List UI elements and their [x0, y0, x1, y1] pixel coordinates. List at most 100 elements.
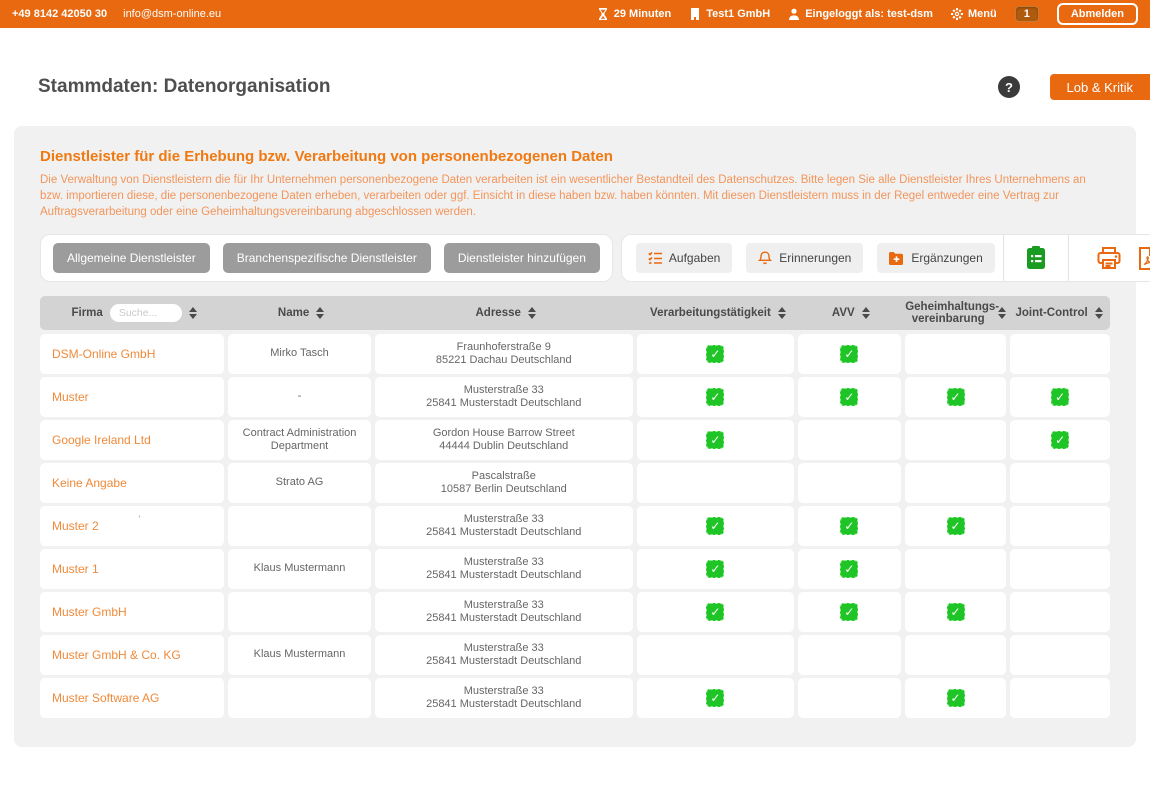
checked-checkbox-icon[interactable]: ✓ [706, 689, 724, 707]
firma-cell: Muster [40, 377, 224, 417]
geheimhaltungsvereinbarung-cell: ✓ [905, 377, 1007, 417]
checked-checkbox-icon[interactable]: ✓ [840, 517, 858, 535]
checked-checkbox-icon[interactable]: ✓ [1051, 431, 1069, 449]
erinnerungen-button[interactable]: Erinnerungen [746, 243, 863, 273]
table-row: Muster GmbH & Co. KG Klaus MustermannMust… [40, 635, 1110, 675]
checked-checkbox-icon[interactable]: ✓ [947, 388, 965, 406]
address-cell: Musterstraße 3325841 Musterstadt Deutsch… [375, 549, 633, 589]
branchenspezifische-dienstleister-button[interactable]: Branchenspezifische Dienstleister [223, 243, 431, 273]
aufgaben-button[interactable]: Aufgaben [636, 243, 732, 273]
clipboard-icon [1026, 246, 1046, 270]
firma-link[interactable]: Muster GmbH [52, 605, 127, 620]
name-cell: Klaus Mustermann [228, 635, 370, 675]
allgemeine-dienstleister-button[interactable]: Allgemeine Dienstleister [53, 243, 210, 273]
toolbar-primary-group: Allgemeine Dienstleister Branchenspezifi… [40, 234, 613, 282]
session-timer: 29 Minuten [597, 8, 671, 20]
checked-checkbox-icon[interactable]: ✓ [947, 603, 965, 621]
table-header: Firma Name Adresse Verarbeitungstätigkei… [40, 296, 1110, 330]
checked-checkbox-icon[interactable]: ✓ [706, 345, 724, 363]
col-avv: AVV [798, 296, 903, 330]
address-cell: Musterstraße 3325841 Musterstadt Deutsch… [375, 506, 633, 546]
address-cell: Musterstraße 3325841 Musterstadt Deutsch… [375, 635, 633, 675]
firma-link[interactable]: Keine Angabe [52, 476, 127, 491]
avv-cell [798, 678, 901, 718]
checked-checkbox-icon[interactable]: ✓ [1051, 388, 1069, 406]
firma-link[interactable]: Muster [52, 390, 89, 405]
table-row: Muster Software AGMusterstraße 3325841 M… [40, 678, 1110, 718]
checked-checkbox-icon[interactable]: ✓ [706, 517, 724, 535]
table-row: Keine AngabeStrato AGPascalstraße10587 B… [40, 463, 1110, 503]
sort-icon-avv[interactable] [862, 307, 870, 319]
checked-checkbox-icon[interactable]: ✓ [840, 603, 858, 621]
firma-link[interactable]: Muster 1 [52, 562, 99, 577]
user-icon [788, 8, 800, 20]
firma-search-input[interactable] [110, 304, 182, 322]
joint-control-cell [1010, 678, 1110, 718]
avv-cell: ✓ [798, 377, 901, 417]
menu-button[interactable]: Menü [951, 8, 997, 20]
verarbeitungstaetigkeit-cell [637, 635, 794, 675]
address-cell: Gordon House Barrow Street44444 Dublin D… [375, 420, 633, 460]
firma-cell: Muster 2 ' [40, 506, 224, 546]
checked-checkbox-icon[interactable]: ✓ [706, 388, 724, 406]
geheimhaltungsvereinbarung-cell: ✓ [905, 592, 1007, 632]
checked-checkbox-icon[interactable]: ✓ [947, 517, 965, 535]
clipboard-button[interactable] [1004, 246, 1068, 270]
sort-icon-geheimhaltungsvereinbarung[interactable] [998, 307, 1006, 319]
firma-link[interactable]: Muster Software AG [52, 691, 159, 706]
pdf-file-icon[interactable] [1139, 247, 1150, 270]
avv-cell [798, 420, 901, 460]
joint-control-cell [1010, 334, 1110, 374]
sort-icon-joint-control[interactable] [1095, 307, 1103, 319]
company-name: Test1 GmbH [689, 8, 770, 20]
sort-icon-firma[interactable] [189, 307, 197, 319]
help-icon[interactable]: ? [998, 76, 1020, 98]
logout-button[interactable]: Abmelden [1057, 3, 1138, 25]
firma-cell: Muster Software AG [40, 678, 224, 718]
geheimhaltungsvereinbarung-cell [905, 635, 1007, 675]
firma-cell: Muster 1 [40, 549, 224, 589]
avv-cell: ✓ [798, 592, 901, 632]
top-bar: +49 8142 42050 30 info@dsm-online.eu 29 … [0, 0, 1150, 28]
firma-link[interactable]: Muster GmbH & Co. KG [52, 648, 181, 663]
checked-checkbox-icon[interactable]: ✓ [840, 560, 858, 578]
menu-badge[interactable]: 1 [1015, 6, 1039, 22]
main-panel: Dienstleister für die Erhebung bzw. Vera… [14, 126, 1136, 747]
firma-link[interactable]: Google Ireland Ltd [52, 433, 151, 448]
col-geheimhaltungsvereinbarung: Geheimhaltungs-vereinbarung [903, 296, 1008, 330]
building-icon [689, 8, 701, 20]
sort-icon-name[interactable] [316, 307, 324, 319]
checked-checkbox-icon[interactable]: ✓ [840, 388, 858, 406]
sort-icon-adresse[interactable] [528, 307, 536, 319]
print-icon[interactable] [1097, 247, 1121, 269]
name-cell: Mirko Tasch [228, 334, 370, 374]
col-adresse: Adresse [374, 296, 638, 330]
name-cell [228, 592, 370, 632]
topbar-phone: +49 8142 42050 30 [12, 8, 107, 20]
name-cell [228, 506, 370, 546]
dienstleister-hinzufuegen-button[interactable]: Dienstleister hinzufügen [444, 243, 600, 273]
geheimhaltungsvereinbarung-cell: ✓ [905, 678, 1007, 718]
name-cell: Strato AG [228, 463, 370, 503]
avv-cell: ✓ [798, 334, 901, 374]
checked-checkbox-icon[interactable]: ✓ [840, 345, 858, 363]
geheimhaltungsvereinbarung-cell [905, 549, 1007, 589]
providers-table: Firma Name Adresse Verarbeitungstätigkei… [40, 296, 1110, 718]
checklist-icon [648, 251, 662, 265]
checked-checkbox-icon[interactable]: ✓ [706, 603, 724, 621]
firma-link[interactable]: Muster 2 [52, 519, 99, 534]
firma-link[interactable]: DSM-Online GmbH [52, 347, 155, 362]
checked-checkbox-icon[interactable]: ✓ [947, 689, 965, 707]
avv-cell: ✓ [798, 506, 901, 546]
firma-note-mark: ' [139, 514, 141, 525]
verarbeitungstaetigkeit-cell: ✓ [637, 592, 794, 632]
sort-icon-verarbeitungstaetigkeit[interactable] [778, 307, 786, 319]
feedback-button[interactable]: Lob & Kritik [1050, 74, 1150, 100]
panel-heading: Dienstleister für die Erhebung bzw. Vera… [40, 148, 1110, 165]
ergaenzungen-button[interactable]: Ergänzungen [877, 243, 994, 273]
checked-checkbox-icon[interactable]: ✓ [706, 560, 724, 578]
name-cell: - [228, 377, 370, 417]
checked-checkbox-icon[interactable]: ✓ [706, 431, 724, 449]
topbar-email[interactable]: info@dsm-online.eu [123, 8, 221, 20]
address-cell: Fraunhoferstraße 985221 Dachau Deutschla… [375, 334, 633, 374]
